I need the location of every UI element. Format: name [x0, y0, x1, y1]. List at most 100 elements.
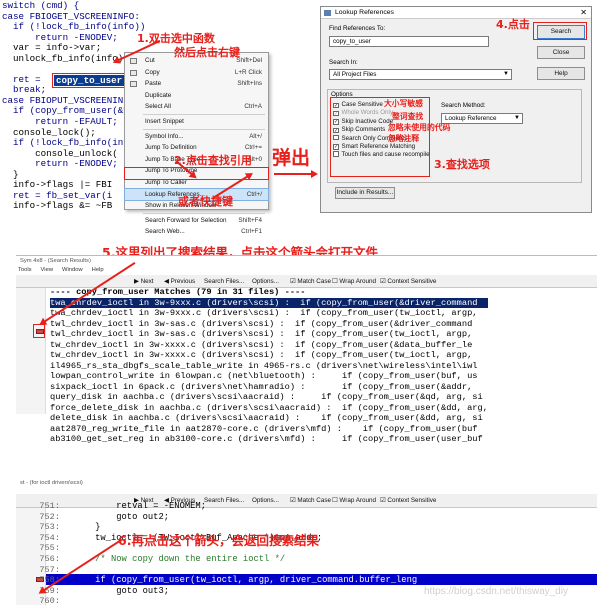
menu-item[interactable]: Copy L+R Click: [125, 67, 268, 79]
dialog-title: Lookup References: [335, 9, 394, 16]
menu-separator: [143, 212, 265, 214]
menubar-item[interactable]: View: [41, 267, 53, 273]
search-method-value: Lookup Reference: [445, 115, 497, 122]
result-row[interactable]: force_delete_disk in aachba.c (drivers\s…: [50, 403, 488, 414]
source-line: 759: goto out3;: [34, 586, 417, 597]
result-row[interactable]: twa_chrdev_ioctl in 3w-9xxx.c (drivers\s…: [50, 297, 488, 308]
annotation-whole-words: 整词查找: [392, 112, 424, 121]
menu-item-shortcut: Ctrl+F1: [241, 228, 262, 236]
source-line: 751: retval = -ENOMEM;: [34, 501, 417, 512]
chevron-down-icon: ▼: [503, 71, 509, 77]
result-row[interactable]: twa_chrdev_ioctl in 3w-9xxx.c (drivers\s…: [50, 308, 488, 319]
line-number: 755:: [39, 543, 60, 554]
annotation-case-sensitive: 大小写敏感: [384, 99, 423, 108]
popup-arrow: [274, 168, 318, 179]
menu-item-label: Jump To Definition: [145, 144, 197, 152]
search-method-label: Search Method:: [441, 102, 486, 109]
line-number: 751:: [39, 501, 60, 511]
results-header: ---- copy_from_user Matches (79 in 31 fi…: [50, 287, 306, 297]
result-row[interactable]: query_disk in aachba.c (drivers\scsi\aac…: [50, 392, 488, 403]
menu-item[interactable]: Duplicate: [125, 90, 268, 102]
menu-item[interactable]: Search Forward for Selection Shift+F4: [125, 215, 268, 227]
copy-icon: [130, 69, 137, 76]
menu-separator: [143, 113, 265, 115]
annotation-skip-comments: 忽略注释: [388, 134, 420, 143]
chevron-down-icon: ▼: [514, 115, 520, 121]
menu-item-shortcut: Alt+/: [249, 132, 262, 140]
results-list: ---- copy_from_user Matches (79 in 31 fi…: [50, 287, 488, 445]
close-button[interactable]: Close: [537, 46, 585, 59]
result-row[interactable]: il4965_rs_sta_dbgfs_scale_table_write in…: [50, 361, 488, 372]
result-row[interactable]: lowpan_control_write in 6lowpan.c (net\b…: [50, 371, 488, 382]
menu-item-label: Search Forward for Selection: [145, 216, 227, 224]
selection-highlight-box: [52, 73, 128, 88]
results-title: Sym 4x8 - (Search Results): [20, 258, 91, 264]
menu-item-shortcut: Shift+Del: [236, 57, 262, 64]
menu-item-label: Paste: [145, 80, 162, 88]
dialog-titlebar: Lookup References ✕: [321, 7, 591, 19]
menu-item-label: Search Web...: [145, 228, 185, 236]
result-row[interactable]: tw_chrdev_ioctl in 3w-xxxx.c (drivers\sc…: [50, 350, 488, 361]
menu-item-shortcut: Shift+F4: [238, 216, 262, 224]
line-text: [60, 543, 74, 553]
next-button[interactable]: ▶ Next: [134, 278, 154, 285]
previous-button[interactable]: ◀ Previous: [164, 278, 195, 285]
menu-item-label: Copy: [145, 68, 160, 76]
result-row[interactable]: delete_disk in aachba.c (drivers\scsi\aa…: [50, 413, 488, 424]
menubar-item[interactable]: Window: [62, 267, 83, 273]
source-lines: 751: retval = -ENOMEM; 752: goto out2; 753…: [34, 501, 417, 607]
paste-icon: [130, 81, 137, 88]
include-in-results-button[interactable]: Include in Results...: [335, 187, 395, 199]
context-menu: Cut Shift+Del Copy L+R Click Paste Shift+Ins D…: [124, 52, 269, 235]
menu-separator: [143, 128, 265, 130]
source-line: 752: goto out2;: [34, 512, 417, 523]
line-number: 754:: [39, 532, 60, 543]
watermark: https://blog.csdn.net/thisway_diy: [424, 586, 568, 597]
search-method-select[interactable]: Lookup Reference ▼: [441, 113, 523, 124]
wrap-around-checkbox[interactable]: ☐ Wrap Around: [332, 278, 376, 285]
line-text: if (copy_from_user(tw_ioctl, argp, drive…: [74, 575, 418, 586]
code-line: switch (cmd) {: [2, 0, 80, 11]
result-row[interactable]: twl_chrdev_ioctl in 3w-sas.c (drivers\sc…: [50, 319, 488, 330]
result-row[interactable]: twl_chrdev_ioctl in 3w-sas.c (drivers\sc…: [50, 329, 488, 340]
match-case-checkbox[interactable]: ☑ Match Case: [290, 278, 331, 285]
menu-item[interactable]: Insert Snippet: [125, 116, 268, 128]
line-text: }: [74, 522, 101, 533]
menubar-item[interactable]: Help: [92, 267, 104, 273]
options-button[interactable]: Options...: [252, 278, 279, 285]
annotation-shortcut: 或者快捷键: [178, 195, 233, 208]
source-line: 760:: [34, 596, 417, 607]
help-button[interactable]: Help: [537, 67, 585, 80]
source-line: 757:: [34, 565, 417, 576]
menu-item-label: Duplicate: [145, 91, 172, 99]
search-in-select[interactable]: All Project Files ▼: [329, 69, 512, 80]
line-number: 756:: [39, 553, 60, 564]
previous-label: Previous: [170, 278, 196, 285]
result-row[interactable]: tw_chrdev_ioctl in 3w-xxxx.c (drivers\sc…: [50, 340, 488, 351]
menu-item[interactable]: Select All Ctrl+A: [125, 101, 268, 113]
context-sensitive-label: Context Sensitive: [387, 278, 437, 285]
context-sensitive-checkbox[interactable]: ☑ Context Sensitive: [380, 278, 436, 285]
app-icon: [324, 10, 331, 16]
line-number: 760:: [39, 596, 60, 607]
annotation-1-line-2: 然后点击右键: [174, 46, 240, 59]
source-title: st - (for ioctl drivers\scsi): [20, 480, 83, 486]
menu-item[interactable]: Search Web... Ctrl+F1: [125, 226, 268, 238]
result-row[interactable]: aat2870_reg_write_file in aat2870-core.c…: [50, 424, 488, 435]
find-input[interactable]: copy_to_user: [329, 36, 489, 47]
line-number: 752:: [39, 511, 60, 522]
scissors-icon: [130, 58, 137, 64]
menu-item-shortcut: Ctrl+/: [246, 190, 262, 198]
line-number: 753:: [39, 522, 60, 533]
source-line: 758: if (copy_from_user(tw_ioctl, argp, …: [34, 575, 417, 586]
result-row[interactable]: ab3100_get_set_reg in ab3100-core.c (dri…: [50, 434, 488, 445]
menubar-item[interactable]: Tools: [18, 267, 32, 273]
menu-item[interactable]: Paste Shift+Ins: [125, 78, 268, 90]
close-icon[interactable]: ✕: [580, 7, 587, 19]
results-gutter: [16, 288, 46, 414]
search-files-button[interactable]: Search Files...: [204, 278, 244, 285]
menu-item[interactable]: Symbol Info... Alt+/: [125, 131, 268, 143]
annotation-4: 4.点击: [496, 18, 530, 31]
annotation-skip-inactive: 忽略未使用的代码: [388, 123, 451, 132]
result-row[interactable]: sixpack_ioctl in 6pack.c (drivers\net\ha…: [50, 382, 488, 393]
